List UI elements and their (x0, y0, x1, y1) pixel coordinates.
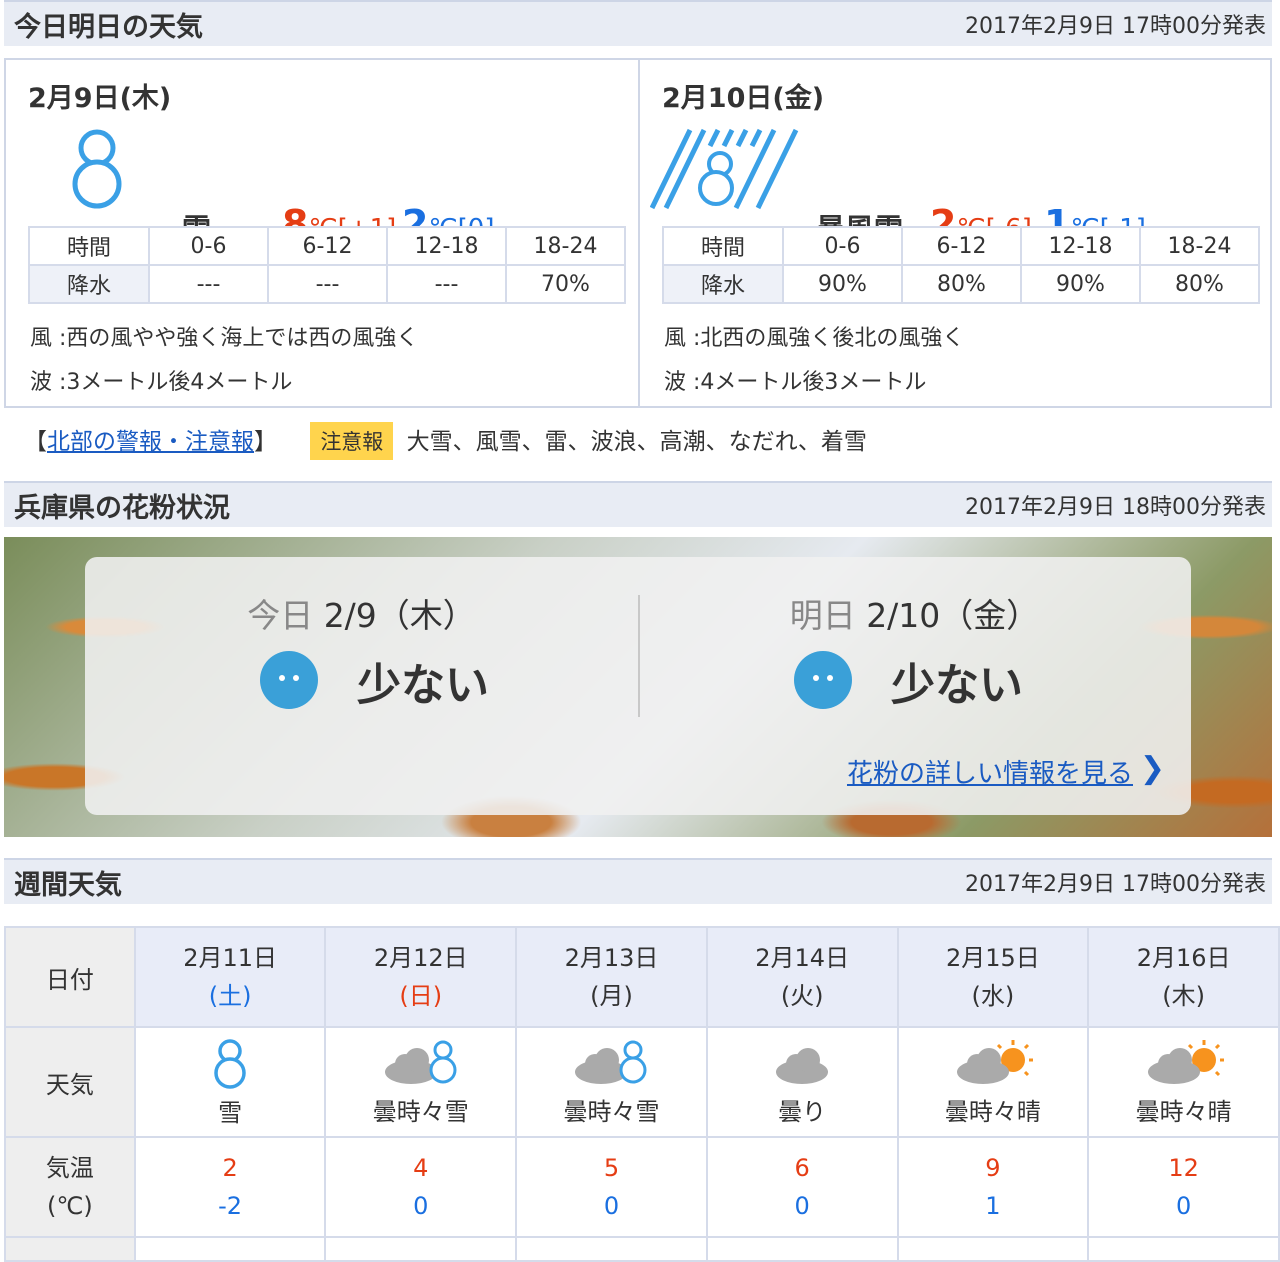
weekly-temp-cell: 40 (324, 1136, 518, 1238)
weekly-date-cell: 2月13日 (月) (515, 926, 708, 1028)
weekly-date-cell: 2月12日 (日) (324, 926, 518, 1028)
snowman-icon (64, 126, 130, 214)
precip-value: 80% (901, 264, 1022, 304)
bracket-close: 】 (254, 429, 277, 455)
period: 0-6 (782, 226, 903, 266)
period: 6-12 (901, 226, 1022, 266)
period: 0-6 (148, 226, 269, 266)
pollen-card: 今日 2/9（木） 少ない 明日 2/10（金） 少ない 花粉の詳しい情報を見る… (85, 557, 1191, 815)
blizzard-icon (649, 124, 800, 216)
weekly-date-cell: 2月16日 (木) (1087, 926, 1280, 1028)
precip-value: 90% (1020, 264, 1141, 304)
weekly-temp-cell: 91 (896, 1136, 1090, 1238)
precip-table: 時間 0-6 6-12 12-18 18-24 降水 --- --- --- 7… (28, 226, 626, 304)
next-row-stub (896, 1236, 1090, 1262)
precip-value: 70% (505, 264, 626, 304)
issued-time: 2017年2月9日 17時00分発表 (965, 872, 1266, 897)
precip-table: 時間 0-6 6-12 12-18 18-24 降水 90% 80% 90% 8… (662, 226, 1260, 304)
weekly-weather-cell: 曇時々晴 (1087, 1026, 1280, 1138)
wind-info: 風 :北西の風強く後北の風強く (664, 326, 965, 351)
next-row-stub (324, 1236, 518, 1262)
advisory-items: 大雪、風雪、雷、波浪、高潮、なだれ、着雪 (406, 429, 867, 455)
next-row-stub (515, 1236, 708, 1262)
snowman-icon (214, 1038, 246, 1089)
period: 18-24 (1139, 226, 1260, 266)
weekly-temp-cell: 60 (705, 1136, 899, 1238)
precip-value: --- (386, 264, 507, 304)
next-row-stub (133, 1236, 327, 1262)
issued-time: 2017年2月9日 18時00分発表 (965, 495, 1266, 520)
today-tomorrow-header: 今日明日の天気 2017年2月9日 17時00分発表 (4, 0, 1272, 46)
period: 12-18 (1020, 226, 1141, 266)
weekly-date-cell: 2月11日 (土) (133, 926, 327, 1028)
pollen-level: 少ない (891, 660, 1023, 711)
section-title: 兵庫県の花粉状況 (14, 493, 230, 524)
cloud-sun-icon (956, 1039, 1033, 1084)
bracket-open: 【 (24, 429, 47, 455)
pollen-face-icon (794, 651, 852, 709)
weekly-date-cell: 2月15日 (水) (896, 926, 1090, 1028)
weekly-weather-cell: 曇時々雪 (515, 1026, 708, 1138)
cloud-sun-icon (1147, 1039, 1224, 1084)
weekly-weather-cell: 曇時々晴 (896, 1026, 1090, 1138)
pollen-date: 明日 2/10（金） (789, 596, 1040, 635)
wind-info: 風 :西の風やや強く海上では西の風強く (30, 326, 419, 351)
weekly-table: 日付 2月11日 (土) 2月12日 (日) 2月13日 (月) 2月14日 (火) 2… (4, 926, 1280, 1262)
weekly-header: 週間天気 2017年2月9日 17時00分発表 (4, 858, 1272, 904)
row-header-date: 日付 (4, 926, 136, 1028)
weekly-temp-cell: 2 -2 (133, 1136, 327, 1238)
weekly-weather-cell: 曇り (705, 1026, 899, 1138)
time-label: 時間 (662, 226, 784, 266)
weekly-weather-cell: 雪 (133, 1026, 327, 1138)
period: 12-18 (386, 226, 507, 266)
today-forecast: 2月9日(木) 雪 8℃[+1] 2℃[0] 時間 0-6 6-12 12-18… (4, 58, 640, 408)
period: 18-24 (505, 226, 626, 266)
next-row-stub (705, 1236, 899, 1262)
pollen-date: 今日 2/9（木） (247, 596, 476, 635)
forecast-date: 2月10日(金) (662, 83, 825, 114)
next-row-stub (4, 1236, 136, 1262)
pollen-header: 兵庫県の花粉状況 2017年2月9日 18時00分発表 (4, 481, 1272, 527)
cloud-snow-icon (575, 1040, 647, 1084)
weekly-date-cell: 2月14日 (火) (705, 926, 899, 1028)
cloud-snow-icon (384, 1040, 457, 1084)
period: 6-12 (267, 226, 388, 266)
advisory-badge: 注意報 (310, 422, 394, 460)
precip-label: 降水 (28, 264, 150, 304)
pollen-today: 今日 2/9（木） 少ない (85, 557, 638, 815)
cloud-icon (776, 1047, 829, 1084)
weekly-temp-cell: 50 (515, 1136, 708, 1238)
pollen-detail-link[interactable]: 花粉の詳しい情報を見る (847, 753, 1133, 790)
time-label: 時間 (28, 226, 150, 266)
weekly-temp-cell: 12 0 (1087, 1136, 1280, 1238)
precip-value: --- (267, 264, 388, 304)
precip-label: 降水 (662, 264, 784, 304)
weekly-weather-cell: 曇時々雪 (324, 1026, 518, 1138)
warning-row: 【北部の警報・注意報】 注意報 大雪、風雪、雷、波浪、高潮、なだれ、着雪 (24, 422, 867, 460)
section-title: 今日明日の天気 (14, 12, 203, 43)
precip-value: 80% (1139, 264, 1260, 304)
issued-time: 2017年2月9日 17時00分発表 (965, 14, 1266, 39)
section-title: 週間天気 (14, 870, 122, 901)
tomorrow-forecast: 2月10日(金) 暴風雪 2℃[-6] 1℃[-1] 時間 0-6 6- (638, 58, 1272, 408)
pollen-level: 少ない (357, 660, 489, 711)
row-header-temp: 気温 (℃) (4, 1136, 136, 1238)
next-row-stub (1087, 1236, 1280, 1262)
chevron-right-icon[interactable]: ❯ (1140, 751, 1165, 786)
forecast-date: 2月9日(木) (28, 83, 172, 114)
precip-value: --- (148, 264, 269, 304)
wave-info: 波 :4メートル後3メートル (664, 370, 927, 395)
precip-value: 90% (782, 264, 903, 304)
row-header-weather: 天気 (4, 1026, 136, 1138)
wave-info: 波 :3メートル後4メートル (30, 370, 293, 395)
pollen-face-icon (260, 651, 318, 709)
warning-link[interactable]: 北部の警報・注意報 (47, 429, 254, 455)
